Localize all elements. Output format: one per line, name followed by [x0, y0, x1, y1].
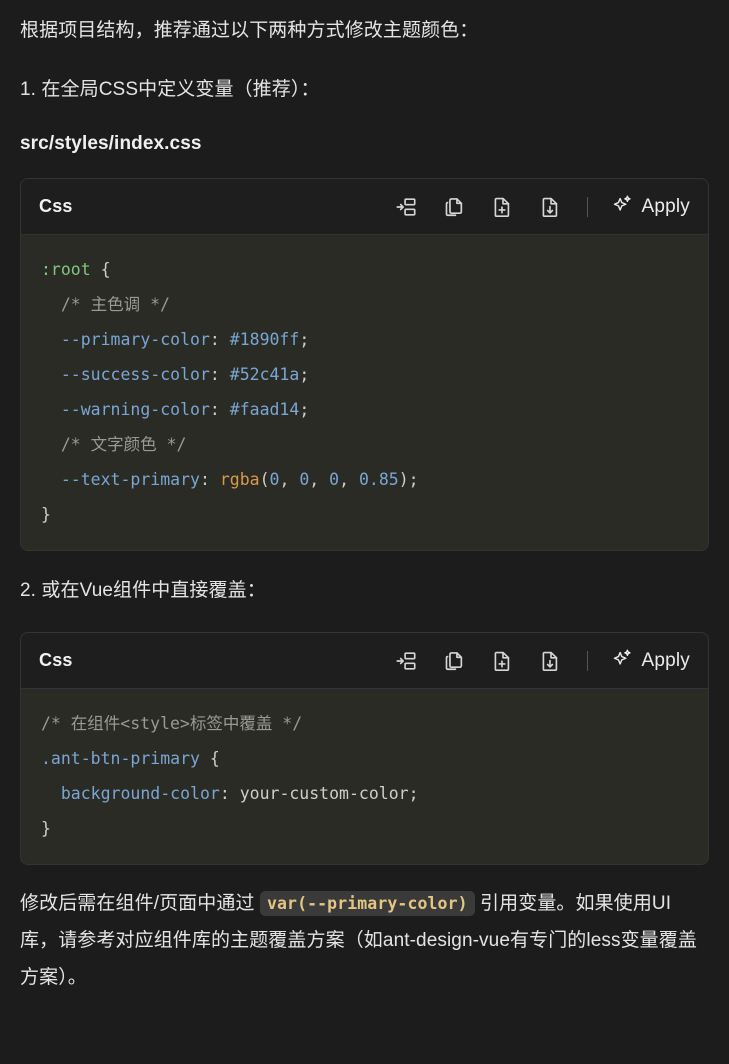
new-file-icon[interactable]: [489, 648, 515, 674]
code-block-2-header: Css: [21, 633, 708, 689]
code-block-1-language-label: Css: [39, 196, 73, 217]
insert-at-cursor-icon[interactable]: [393, 648, 419, 674]
inline-code-var-primary-color: var(--primary-color): [260, 891, 475, 916]
insert-at-cursor-icon[interactable]: [393, 194, 419, 220]
tail-paragraph: 修改后需在组件/页面中通过 var(--primary-color) 引用变量。…: [20, 865, 709, 996]
code-block-2-language-label: Css: [39, 650, 73, 671]
step-1-filename: src/styles/index.css: [20, 108, 709, 155]
save-to-file-icon[interactable]: [537, 648, 563, 674]
apply-button-label: Apply: [641, 196, 690, 218]
code-block-1-body: :root { /* 主色调 */ --primary-color: #1890…: [21, 235, 708, 550]
sparkle-icon: [612, 648, 633, 674]
sparkle-icon: [612, 194, 633, 220]
apply-button-label: Apply: [641, 650, 690, 672]
apply-button[interactable]: Apply: [612, 648, 692, 674]
code-block-1: Css: [20, 178, 709, 551]
save-to-file-icon[interactable]: [537, 194, 563, 220]
copy-icon[interactable]: [441, 194, 467, 220]
code-block-2: Css: [20, 632, 709, 865]
code-block-1-code[interactable]: :root { /* 主色调 */ --primary-color: #1890…: [21, 252, 708, 532]
tail-text-before: 修改后需在组件/页面中通过: [20, 893, 260, 914]
apply-button[interactable]: Apply: [612, 194, 692, 220]
code-block-2-code[interactable]: /* 在组件<style>标签中覆盖 */ .ant-btn-primary {…: [21, 706, 708, 846]
chat-answer-panel: 根据项目结构，推荐通过以下两种方式修改主题颜色： 1. 在全局CSS中定义变量（…: [0, 0, 729, 1064]
step-2-heading: 2. 或在Vue组件中直接覆盖：: [20, 551, 709, 609]
new-file-icon[interactable]: [489, 194, 515, 220]
code-block-2-body: /* 在组件<style>标签中覆盖 */ .ant-btn-primary {…: [21, 689, 708, 864]
copy-icon[interactable]: [441, 648, 467, 674]
code-block-1-header: Css: [21, 179, 708, 235]
code-block-2-actions: Apply: [393, 648, 692, 674]
code-block-1-actions: Apply: [393, 194, 692, 220]
actions-divider: [587, 197, 588, 217]
intro-paragraph: 根据项目结构，推荐通过以下两种方式修改主题颜色：: [20, 0, 709, 49]
step-1-heading: 1. 在全局CSS中定义变量（推荐）：: [20, 49, 709, 108]
actions-divider: [587, 651, 588, 671]
